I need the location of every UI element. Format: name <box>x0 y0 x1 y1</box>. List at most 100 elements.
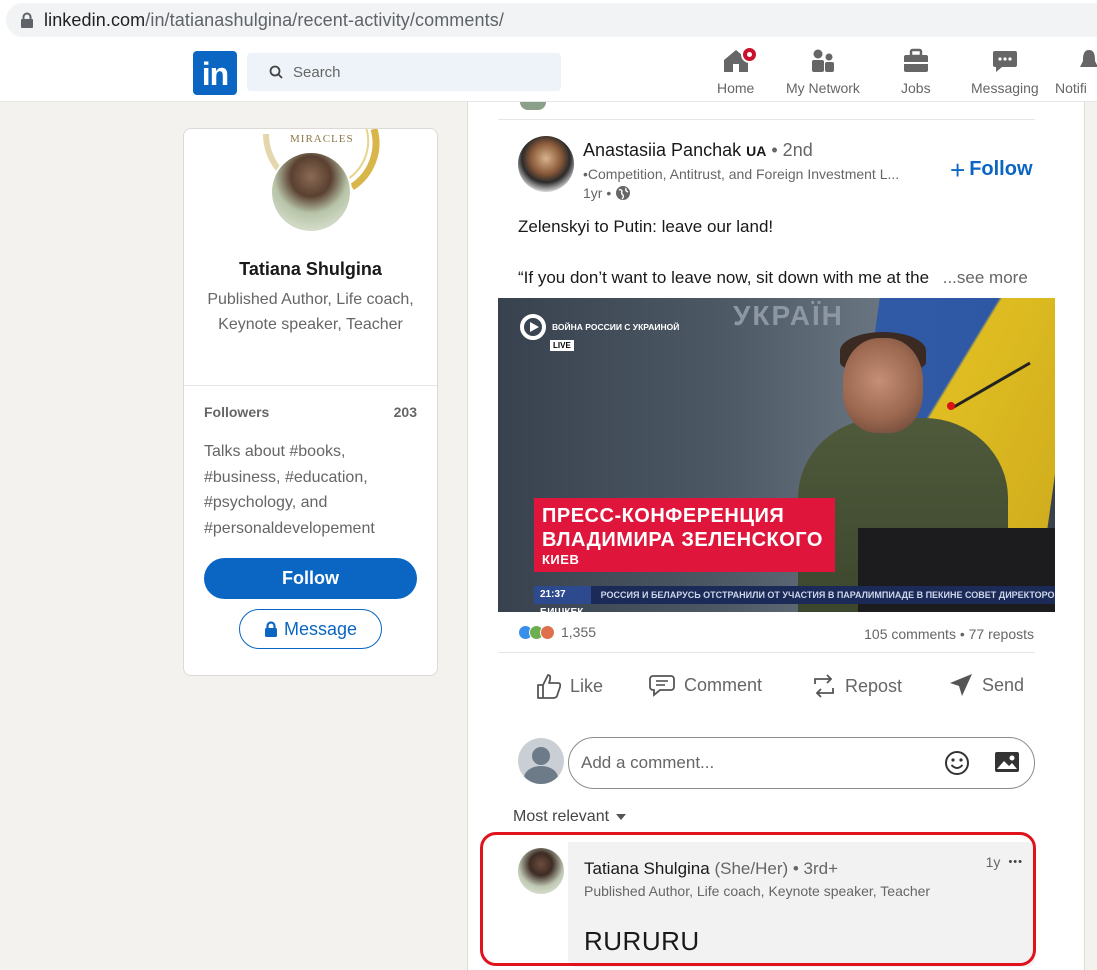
video-wall-text: УКРАЇН <box>733 300 844 331</box>
commenter-pronouns: (She/Her) <box>714 859 789 878</box>
profile-headline: Published Author, Life coach, Keynote sp… <box>207 291 414 333</box>
nav-home[interactable]: Home <box>717 46 758 102</box>
author-badge: UA <box>746 143 767 159</box>
activity-feed: Anastasiia Panchak UA • 2nd •Competition… <box>467 102 1085 970</box>
commenter-headline: Published Author, Life coach, Keynote sp… <box>584 883 931 899</box>
sort-label: Most relevant <box>513 808 610 825</box>
bell-icon <box>1080 50 1097 67</box>
follow-button[interactable]: Follow <box>204 558 417 599</box>
comments-reposts-count[interactable]: 105 comments • 77 reposts <box>864 626 1034 642</box>
reactions-count: 1,355 <box>561 624 597 640</box>
news-ticker: 21:37 БИШКЕК РОССИЯ И БЕЛАРУСЬ ОТСТРАНИЛ… <box>534 586 1055 612</box>
comment-icon <box>649 675 675 697</box>
emoji-icon[interactable] <box>944 750 970 776</box>
sort-dropdown[interactable]: Most relevant <box>513 808 627 826</box>
divider <box>498 652 1035 653</box>
post-author-name[interactable]: Anastasiia Panchak <box>583 140 741 160</box>
divider <box>184 385 437 386</box>
connection-degree: • 2nd <box>771 140 813 160</box>
lock-icon <box>21 12 33 28</box>
post-text: Zelenskyi to Putin: leave our land! <box>518 217 774 236</box>
post-time-text: 1yr • <box>583 185 612 201</box>
nav-label: Messaging <box>971 80 1039 96</box>
send-label: Send <box>982 674 1025 695</box>
speaker-head <box>843 338 923 433</box>
profile-card: MIRACLES Tatiana Shulgina Published Auth… <box>183 128 438 676</box>
post-action-bar: Like Comment Repost Send <box>528 672 1028 712</box>
video-caption: ПРЕСС-КОНФЕРЕНЦИЯ ВЛАДИМИРА ЗЕЛЕНСКОГО К… <box>534 498 835 572</box>
current-user-avatar <box>518 738 564 784</box>
message-button[interactable]: Message <box>239 609 382 649</box>
nav-notifications[interactable]: Notifi <box>1055 46 1097 102</box>
url-text: linkedin.com/in/tatianashulgina/recent-a… <box>44 9 504 30</box>
post-time: 1yr • <box>583 185 631 201</box>
post-author-avatar[interactable] <box>518 136 574 192</box>
nav-messaging[interactable]: Messaging <box>971 46 1039 102</box>
comment-input[interactable] <box>581 753 931 773</box>
comment-label: Comment <box>684 674 763 695</box>
comment-text: RURURU <box>584 926 700 956</box>
commenter-name[interactable]: Tatiana Shulgina <box>584 859 710 878</box>
channel-logo: ВОЙНА РОССИИ С УКРАИНОЙ <box>520 314 679 340</box>
add-comment-box[interactable] <box>568 737 1035 789</box>
caption-city: КИЕВ <box>542 552 823 568</box>
image-icon[interactable] <box>994 750 1020 774</box>
messaging-icon <box>992 51 1017 72</box>
commenter-line: Tatiana Shulgina (She/Her) • 3rd+ <box>584 859 838 879</box>
repost-label: Repost <box>845 675 903 696</box>
repost-icon <box>814 674 834 698</box>
post-video[interactable]: УКРАЇН ВОЙНА РОССИИ С УКРАИНОЙ LIVE ПРЕС… <box>498 298 1055 612</box>
nav-label: My Network <box>786 80 860 96</box>
live-badge: LIVE <box>550 340 574 351</box>
send-button[interactable]: Send <box>948 672 1024 698</box>
comment-bubble: Tatiana Shulgina (She/Her) • 3rd+ Publis… <box>568 842 1035 967</box>
ticker-time: 21:37 БИШКЕК <box>534 586 591 612</box>
cover-text: MIRACLES <box>290 133 354 145</box>
like-icon <box>537 674 562 699</box>
commenter-degree: • 3rd+ <box>792 859 839 878</box>
post-author-line: Anastasiia Panchak UA • 2nd <box>583 140 813 161</box>
talks-about: Talks about #books, #business, #educatio… <box>204 443 375 537</box>
post-author-subtitle: •Competition, Antitrust, and Foreign Inv… <box>583 166 900 182</box>
send-icon <box>950 674 972 696</box>
like-button[interactable]: Like <box>536 672 603 700</box>
search-bar[interactable] <box>247 53 561 91</box>
search-input[interactable] <box>293 63 533 81</box>
address-field[interactable]: linkedin.com/in/tatianashulgina/recent-a… <box>6 3 1097 37</box>
nav-label: Home <box>717 80 755 96</box>
nav-label: Jobs <box>901 80 931 96</box>
nav-jobs[interactable]: Jobs <box>901 46 931 102</box>
notification-dot <box>740 46 758 63</box>
see-more-link[interactable]: ...see more <box>943 268 1028 287</box>
briefcase-icon <box>903 48 928 72</box>
reactions-summary[interactable]: 1,355 <box>518 624 596 640</box>
network-icon <box>811 49 834 72</box>
comment-meta: 1y ••• <box>986 854 1023 870</box>
profile-avatar[interactable] <box>270 151 352 233</box>
top-nav: in Home My Network <box>0 42 1097 102</box>
previous-avatar-fragment <box>520 102 546 110</box>
linkedin-logo[interactable]: in <box>193 51 237 95</box>
ticker-text: РОССИЯ И БЕЛАРУСЬ ОТСТРАНИЛИ ОТ УЧАСТИЯ … <box>600 590 1055 600</box>
caret-down-icon <box>616 814 627 820</box>
comment-button[interactable]: Comment <box>648 672 762 698</box>
nav-my-network[interactable]: My Network <box>786 46 860 102</box>
channel-play-icon <box>520 314 546 340</box>
profile-name[interactable]: Tatiana Shulgina <box>184 259 437 280</box>
nav-label: Notifi <box>1055 80 1087 96</box>
caption-line-2: ВЛАДИМИРА ЗЕЛЕНСКОГО <box>542 529 823 551</box>
caption-line-1: ПРЕСС-КОНФЕРЕНЦИЯ <box>542 505 785 527</box>
browser-url-bar: linkedin.com/in/tatianashulgina/recent-a… <box>0 0 1097 42</box>
globe-icon <box>616 186 631 200</box>
repost-button[interactable]: Repost <box>811 672 902 700</box>
post-text-continued: “If you don’t want to leave now, sit dow… <box>518 268 1038 288</box>
more-options-icon[interactable]: ••• <box>1008 856 1023 868</box>
commenter-avatar[interactable] <box>518 848 564 894</box>
love-reaction-icon <box>540 624 555 640</box>
channel-name: ВОЙНА РОССИИ С УКРАИНОЙ <box>552 322 680 332</box>
post-follow-button[interactable]: + Follow <box>950 157 1033 183</box>
message-label: Message <box>283 618 358 639</box>
microphone-light <box>947 402 955 410</box>
followers-count: 203 <box>393 404 417 420</box>
lock-icon <box>264 621 277 637</box>
